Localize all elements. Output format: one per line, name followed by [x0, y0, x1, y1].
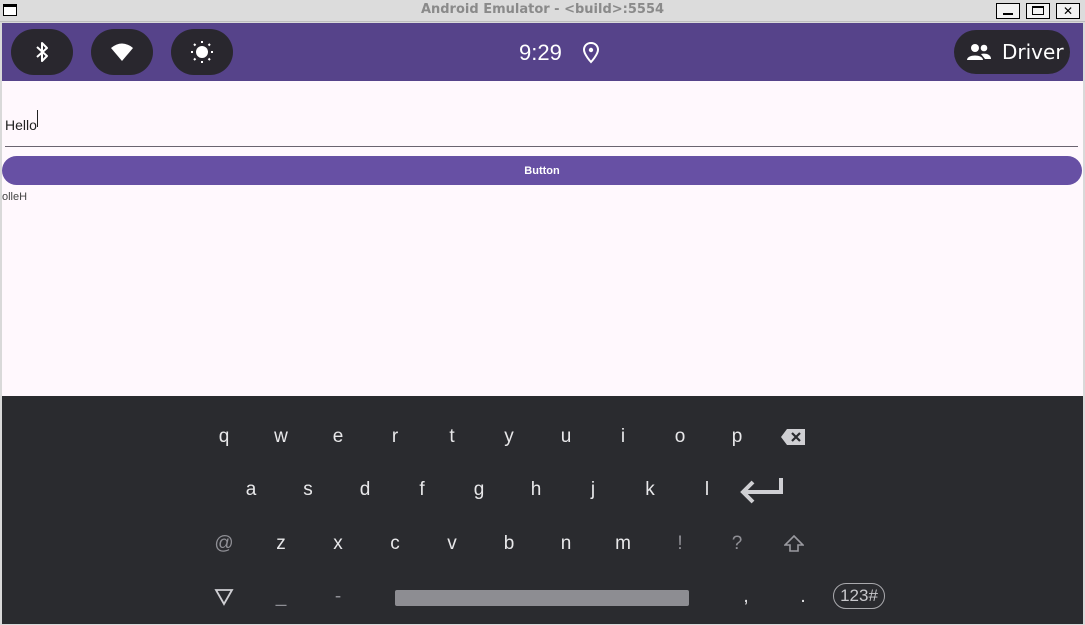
backspace-key[interactable]	[773, 417, 813, 457]
key-v[interactable]: v	[432, 524, 472, 564]
reverse-button[interactable]: Button	[2, 156, 1082, 185]
key-m[interactable]: m	[603, 524, 643, 564]
key-u[interactable]: u	[546, 417, 586, 457]
minimize-button[interactable]	[996, 3, 1020, 19]
key-n[interactable]: n	[546, 524, 586, 564]
wifi-toggle[interactable]	[91, 29, 153, 75]
key-question[interactable]: ?	[717, 524, 757, 564]
clock: 9:29	[519, 40, 562, 65]
hide-keyboard-icon	[214, 589, 234, 606]
soft-keyboard: q w e r t y u i o p a s d f g h j k l @ …	[2, 396, 1083, 624]
window-title: Android Emulator - <build>:5554	[420, 2, 665, 17]
key-underscore[interactable]: _	[261, 577, 301, 617]
key-z[interactable]: z	[261, 524, 301, 564]
text-input[interactable]	[5, 103, 1078, 147]
key-c[interactable]: c	[375, 524, 415, 564]
brightness-toggle[interactable]	[171, 29, 233, 75]
backspace-icon	[781, 429, 805, 445]
key-dash[interactable]: -	[318, 577, 358, 617]
output-text: olleH	[2, 191, 28, 203]
key-p[interactable]: p	[717, 417, 757, 457]
enter-key[interactable]	[736, 470, 788, 510]
key-t[interactable]: t	[432, 417, 472, 457]
key-s[interactable]: s	[288, 470, 328, 510]
key-y[interactable]: y	[489, 417, 529, 457]
status-bar: 9:29 Driver	[2, 23, 1083, 81]
bluetooth-toggle[interactable]	[11, 29, 73, 75]
key-h[interactable]: h	[516, 470, 556, 510]
key-comma[interactable]: ,	[726, 577, 766, 617]
key-r[interactable]: r	[375, 417, 415, 457]
key-i[interactable]: i	[603, 417, 643, 457]
numbers-key[interactable]: 123#	[833, 583, 885, 609]
text-cursor	[37, 110, 38, 127]
close-button[interactable]: ✕	[1056, 3, 1080, 19]
key-d[interactable]: d	[345, 470, 385, 510]
wifi-icon	[111, 43, 133, 61]
key-b[interactable]: b	[489, 524, 529, 564]
key-a[interactable]: a	[231, 470, 271, 510]
driver-label: Driver	[1002, 40, 1064, 64]
key-period[interactable]: .	[783, 577, 823, 617]
key-l[interactable]: l	[687, 470, 727, 510]
key-x[interactable]: x	[318, 524, 358, 564]
key-k[interactable]: k	[630, 470, 670, 510]
key-o[interactable]: o	[660, 417, 700, 457]
key-j[interactable]: j	[573, 470, 613, 510]
key-at[interactable]: @	[204, 524, 244, 564]
key-e[interactable]: e	[318, 417, 358, 457]
maximize-button[interactable]	[1026, 3, 1050, 19]
key-w[interactable]: w	[261, 417, 301, 457]
key-q[interactable]: q	[204, 417, 244, 457]
emulator-screen: 9:29 Driver Button olleH q w e r t y u i…	[2, 23, 1083, 624]
shift-key[interactable]	[774, 524, 814, 564]
people-icon	[967, 44, 991, 60]
key-f[interactable]: f	[402, 470, 442, 510]
window-title-bar: Android Emulator - <build>:5554 ✕	[0, 0, 1085, 22]
bluetooth-icon	[36, 42, 48, 62]
hide-keyboard-key[interactable]	[204, 577, 244, 617]
key-exclamation[interactable]: !	[660, 524, 700, 564]
enter-icon	[740, 478, 783, 504]
location-icon	[582, 42, 600, 64]
driver-profile-button[interactable]: Driver	[954, 30, 1070, 74]
key-g[interactable]: g	[459, 470, 499, 510]
shift-icon	[784, 535, 804, 552]
space-key[interactable]	[395, 590, 689, 606]
brightness-icon	[191, 41, 213, 63]
